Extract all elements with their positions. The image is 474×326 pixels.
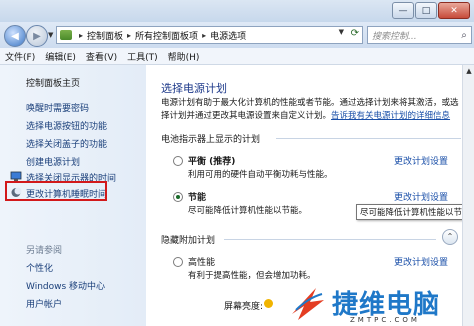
address-dropdown-icon[interactable]: ▼ [339, 28, 344, 36]
menu-edit[interactable]: 编辑(E) [40, 50, 81, 63]
plan-name-power-saver[interactable]: 节能 [188, 190, 206, 203]
section-divider [276, 138, 461, 139]
tooltip: 尽可能降低计算机性能以节能。 [356, 204, 474, 220]
search-input[interactable]: 搜索控制... [368, 29, 457, 42]
sidebar-item-user-accounts[interactable]: 用户帐户 [26, 297, 62, 310]
sidebar-item-power-button[interactable]: 选择电源按钮的功能 [26, 119, 107, 132]
maximize-button[interactable]: □ [415, 2, 437, 19]
sidebar-item-mobility-center[interactable]: Windows 移动中心 [26, 279, 105, 292]
plan-desc-balanced: 利用可用的硬件自动平衡功耗与性能。 [188, 170, 333, 180]
plan-radio-balanced[interactable] [173, 156, 183, 166]
breadcrumb-separator-icon: ▸ [202, 30, 207, 40]
control-panel-icon [60, 30, 72, 40]
change-plan-settings-high-performance[interactable]: 更改计划设置 [394, 255, 448, 268]
control-panel-window: — □ ✕ ◀ ▶ ▼ ▸ 控制面板 ▸ 所有控制面板项 ▸ 电源选项 ▼ ⟳ … [0, 0, 474, 326]
menu-tools[interactable]: 工具(T) [122, 50, 163, 63]
watermark-logo-icon [288, 282, 328, 322]
search-icon[interactable]: ⌕ [457, 30, 471, 41]
plan-radio-power-saver[interactable] [173, 192, 183, 202]
minimize-button[interactable]: — [392, 2, 414, 19]
vertical-scrollbar[interactable]: ▲ [462, 65, 474, 326]
history-dropdown-icon[interactable]: ▼ [48, 31, 53, 39]
section-battery-meter-plans: 电池指示器上显示的计划 [161, 135, 261, 145]
collapse-chevron-icon[interactable]: ⌃ [442, 229, 458, 245]
breadcrumb-control-panel[interactable]: 控制面板 [87, 29, 123, 42]
red-highlight-box [5, 181, 107, 201]
forward-arrow-icon: ▶ [33, 30, 41, 42]
sidebar-item-personalization[interactable]: 个性化 [26, 261, 53, 274]
brightness-sun-icon [264, 299, 273, 308]
refresh-icon[interactable]: ⟳ [351, 28, 359, 39]
section-divider [224, 239, 436, 240]
section-hide-additional-plans[interactable]: 隐藏附加计划 [161, 233, 215, 246]
menu-bar: 文件(F) 编辑(E) 查看(V) 工具(T) 帮助(H) [0, 48, 474, 65]
menu-file[interactable]: 文件(F) [0, 50, 40, 63]
close-button[interactable]: ✕ [438, 2, 470, 19]
page-description: 电源计划有助于最大化计算机的性能或者节能。通过选择计划来将其激活，或选择计划并通… [161, 97, 461, 123]
forward-button[interactable]: ▶ [26, 25, 48, 47]
back-button[interactable]: ◀ [4, 25, 26, 47]
sidebar-item-wake-password[interactable]: 唤醒时需要密码 [26, 101, 89, 114]
menu-view[interactable]: 查看(V) [81, 50, 122, 63]
address-bar[interactable]: ▸ 控制面板 ▸ 所有控制面板项 ▸ 电源选项 ▼ ⟳ [56, 26, 363, 44]
window-controls: — □ ✕ [392, 2, 470, 19]
title-bar: — □ ✕ [0, 0, 474, 22]
plan-radio-high-performance[interactable] [173, 257, 183, 267]
change-plan-settings-power-saver[interactable]: 更改计划设置 [394, 190, 448, 203]
plan-name-high-performance[interactable]: 高性能 [188, 255, 215, 268]
back-arrow-icon: ◀ [11, 30, 19, 42]
sidebar-item-create-plan[interactable]: 创建电源计划 [26, 155, 80, 168]
scroll-up-arrow-icon[interactable]: ▲ [464, 67, 474, 77]
breadcrumb-separator-icon: ▸ [127, 30, 132, 40]
plan-desc-power-saver: 尽可能降低计算机性能以节能。 [188, 206, 308, 216]
navigation-bar: ◀ ▶ ▼ ▸ 控制面板 ▸ 所有控制面板项 ▸ 电源选项 ▼ ⟳ 搜索控制..… [0, 22, 474, 48]
search-box[interactable]: 搜索控制... ⌕ [367, 26, 472, 44]
sidebar-home-link[interactable]: 控制面板主页 [26, 76, 80, 89]
see-also-title: 另请参阅 [26, 246, 63, 256]
breadcrumb-separator-icon: ▸ [79, 30, 84, 40]
page-title: 选择电源计划 [161, 82, 227, 95]
breadcrumb-all-items[interactable]: 所有控制面板项 [135, 29, 198, 42]
breadcrumb-power-options[interactable]: 电源选项 [210, 29, 246, 42]
watermark-url: ZMTPC.COM [350, 316, 420, 324]
menu-help[interactable]: 帮助(H) [163, 50, 205, 63]
sidebar-item-lid-close[interactable]: 选择关闭盖子的功能 [26, 137, 107, 150]
change-plan-settings-balanced[interactable]: 更改计划设置 [394, 154, 448, 167]
screen-brightness-label: 屏幕亮度: [224, 302, 264, 312]
plan-name-balanced[interactable]: 平衡 (推荐) [188, 154, 235, 167]
learn-more-link[interactable]: 告诉我有关电源计划的详细信息 [331, 111, 450, 121]
